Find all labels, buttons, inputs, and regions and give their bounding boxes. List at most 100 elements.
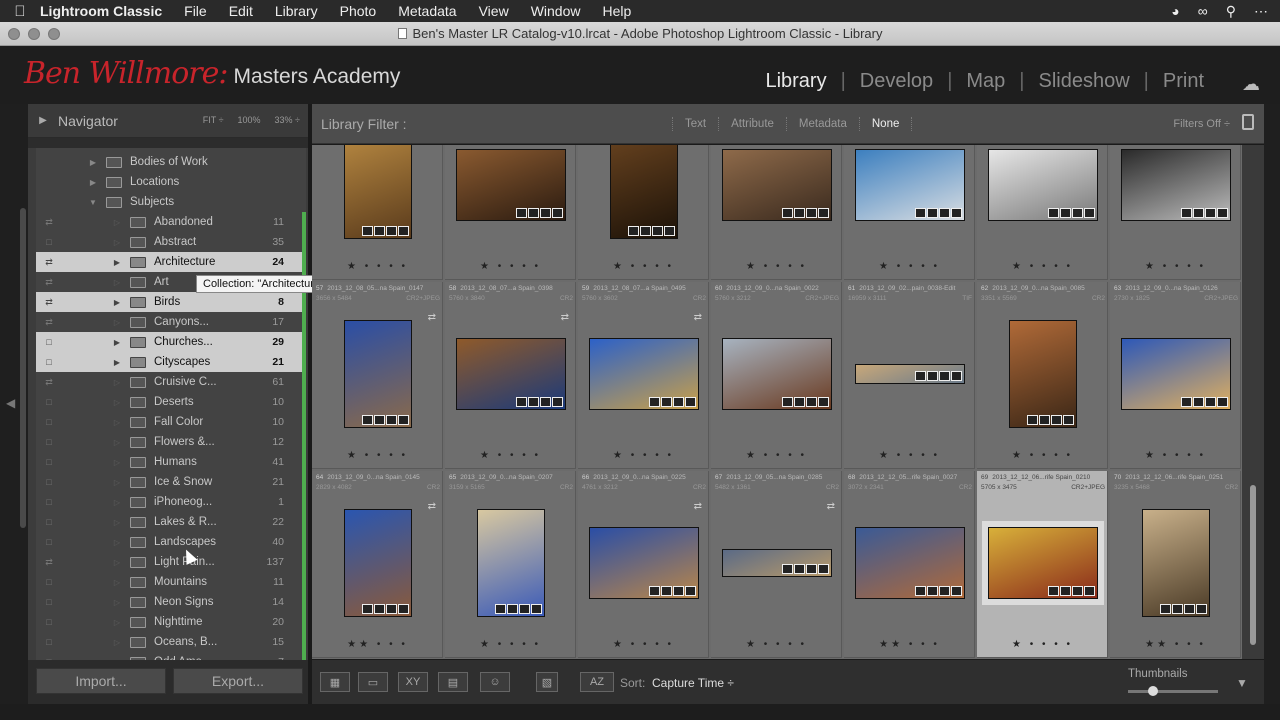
collection-badge-icon[interactable] [939,208,950,218]
photo-cell[interactable]: 60 2013_12_09_0...na Spain_0022 5760 x 321… [711,282,842,469]
metadata-badge-icon[interactable] [794,208,805,218]
photo-thumbnail[interactable] [988,149,1098,221]
expand-triangle-icon[interactable]: ▷ [112,598,122,607]
expand-triangle-icon[interactable]: ▷ [112,238,122,247]
keyword-badge-icon[interactable] [1160,604,1171,614]
collection-row[interactable]: □ ▷ Humans 41 [36,452,306,472]
keyword-badge-icon[interactable] [915,208,926,218]
metadata-badge-icon[interactable] [927,586,938,596]
checkbox-icon[interactable]: □ [42,577,56,587]
globe-icon[interactable]: ◕ [1171,3,1179,19]
cloud-sync-icon[interactable]: ☁ [1242,74,1260,95]
collection-row[interactable]: ▶ Locations [36,172,306,192]
keyword-badge-icon[interactable] [649,397,660,407]
crop-badge-icon[interactable] [1217,397,1228,407]
star-rating[interactable]: ★ • • • • [312,261,443,272]
collapse-left-panel-icon[interactable]: ◀ [6,396,15,410]
collection-row[interactable]: □ ▷ iPhoneog... 1 [36,492,306,512]
crop-badge-icon[interactable] [1084,586,1095,596]
star-rating[interactable]: ★ • • • • [445,639,576,650]
expand-triangle-icon[interactable]: ▷ [112,378,122,387]
expand-triangle-icon[interactable]: ▷ [112,478,122,487]
compare-view-icon[interactable]: XY [398,672,428,692]
metadata-badge-icon[interactable] [794,564,805,574]
expand-triangle-icon[interactable]: ▷ [112,438,122,447]
metadata-badge-icon[interactable] [507,604,518,614]
keyword-badge-icon[interactable] [495,604,506,614]
photo-cell[interactable]: 67 2013_12_09_05...na Spain_0285 5482 x 13… [711,471,842,658]
grid-view-icon[interactable]: ▦ [320,672,350,692]
expand-triangle-icon[interactable]: ▶ [112,338,122,347]
collection-row[interactable]: ⇄ ▷ Cruisive C... 61 [36,372,306,392]
collection-badge-icon[interactable] [673,586,684,596]
crop-badge-icon[interactable] [552,208,563,218]
navigator-header[interactable]: ▶ Navigator FIT ÷ 100% 33% ÷ [28,104,308,138]
crop-badge-icon[interactable] [531,604,542,614]
keyword-badge-icon[interactable] [362,604,373,614]
metadata-badge-icon[interactable] [661,586,672,596]
checkbox-icon[interactable]: □ [42,637,56,647]
sync-icon[interactable]: ⇄ [42,277,56,288]
sync-icon[interactable]: ⇄ [42,557,56,568]
photo-thumbnail[interactable] [610,145,678,239]
thumbnail-size-slider[interactable] [1128,686,1218,696]
module-develop[interactable]: Develop [846,70,947,93]
photo-cell[interactable]: 58 2013_12_08_07...a Spain_0398 5760 x 384… [445,282,576,469]
collection-badge-icon[interactable] [1072,208,1083,218]
metadata-badge-icon[interactable] [1039,415,1050,425]
expand-triangle-icon[interactable]: ▶ [112,258,122,267]
menu-library[interactable]: Library [275,3,318,19]
photo-cell[interactable]: ★ • • • • [711,145,842,280]
crop-badge-icon[interactable] [664,226,675,236]
collection-row[interactable]: □ ▷ Ice & Snow 21 [36,472,306,492]
crop-badge-icon[interactable] [951,586,962,596]
collection-row[interactable]: ⇄ ▷ Light Pain... 137 [36,552,306,572]
keyword-badge-icon[interactable] [516,397,527,407]
filmstrip-edge[interactable] [0,704,1280,720]
expand-triangle-icon[interactable]: ▷ [112,538,122,547]
expand-triangle-icon[interactable]: ▷ [112,278,122,287]
crop-badge-icon[interactable] [552,397,563,407]
sync-icon[interactable]: ⇄ [42,217,56,228]
photo-cell[interactable]: ★ • • • • [1110,145,1241,280]
zoom-fit-option[interactable]: FIT ÷ [203,115,224,125]
collection-row[interactable]: □ ▶ Churches... 29 [36,332,306,352]
menu-view[interactable]: View [479,3,509,19]
expand-triangle-icon[interactable]: ▷ [112,498,122,507]
star-rating[interactable]: ★★ • • • [1110,639,1241,650]
photo-thumbnail[interactable] [982,521,1104,605]
expand-triangle-icon[interactable]: ▷ [112,558,122,567]
filter-text[interactable]: Text [685,118,706,130]
collection-row[interactable]: □ ▷ Oceans, B... 15 [36,632,306,652]
expand-triangle-icon[interactable]: ▷ [112,318,122,327]
sync-icon[interactable]: ⇄ [42,297,56,308]
crop-badge-icon[interactable] [818,397,829,407]
metadata-badge-icon[interactable] [374,415,385,425]
zoom-100-option[interactable]: 100% [238,115,261,125]
collection-badge-icon[interactable] [939,371,950,381]
keyword-badge-icon[interactable] [628,226,639,236]
keyword-badge-icon[interactable] [915,586,926,596]
keyword-badge-icon[interactable] [362,415,373,425]
photo-cell[interactable]: 63 2013_12_09_0...na Spain_0126 2730 x 182… [1110,282,1241,469]
keyword-badge-icon[interactable] [782,208,793,218]
photo-thumbnail[interactable] [589,527,699,599]
star-rating[interactable]: ★ • • • • [578,450,709,461]
menu-window[interactable]: Window [531,3,581,19]
photo-thumbnail[interactable] [722,149,832,221]
collection-row[interactable]: □ ▷ Flowers &... 12 [36,432,306,452]
crop-badge-icon[interactable] [951,208,962,218]
menu-edit[interactable]: Edit [229,3,253,19]
star-rating[interactable]: ★ • • • • [711,261,842,272]
photo-thumbnail[interactable] [722,549,832,577]
expand-triangle-icon[interactable]: ▶ [112,358,122,367]
crop-badge-icon[interactable] [398,226,409,236]
expand-triangle-icon[interactable]: ▶ [88,178,98,187]
people-view-icon[interactable]: ☺ [480,672,510,692]
menu-app-name[interactable]: Lightroom Classic [40,3,162,19]
photo-thumbnail[interactable] [344,145,412,239]
crop-badge-icon[interactable] [1217,208,1228,218]
sort-dropdown[interactable]: Capture Time ÷ [652,676,734,690]
metadata-badge-icon[interactable] [1060,586,1071,596]
expand-triangle-icon[interactable]: ▷ [112,578,122,587]
